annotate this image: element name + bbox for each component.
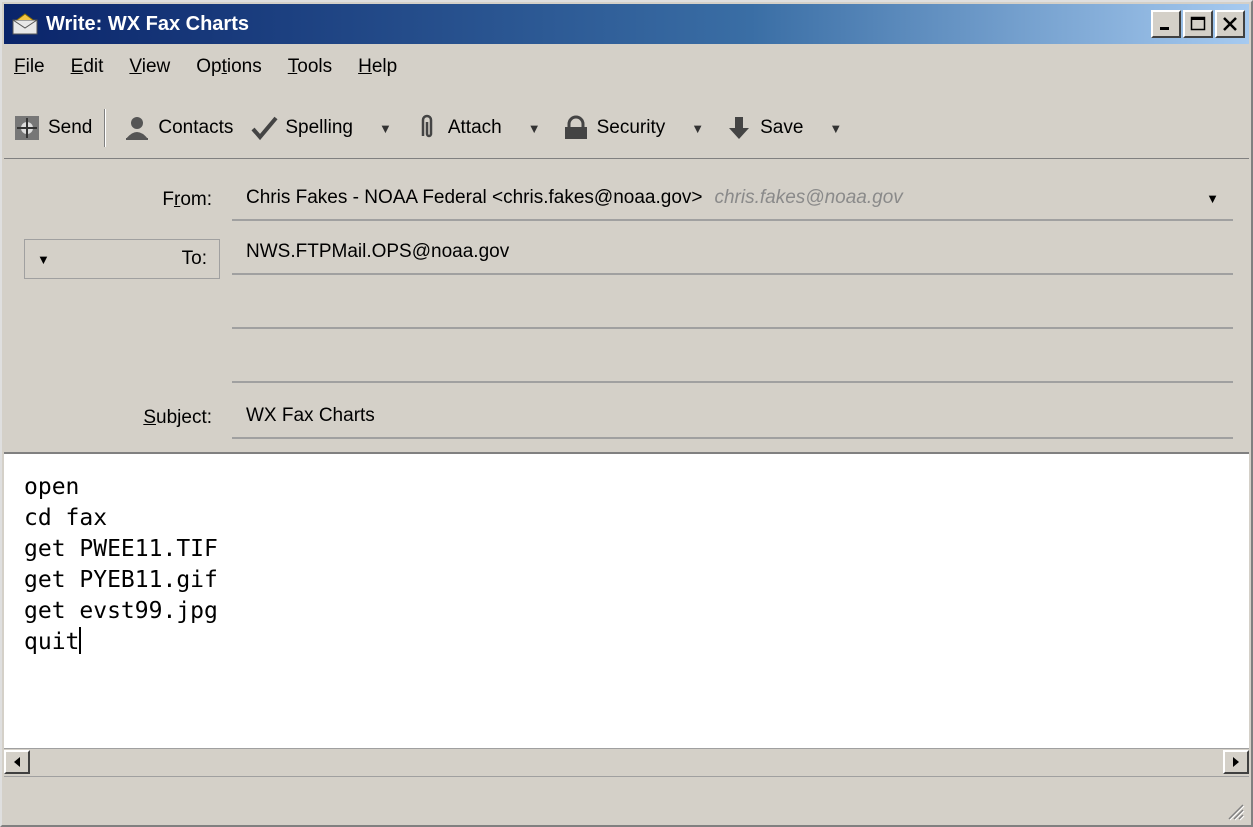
from-value: Chris Fakes - NOAA Federal <chris.fakes@… bbox=[246, 187, 703, 208]
minimize-button[interactable] bbox=[1151, 10, 1181, 38]
attach-label: Attach bbox=[447, 117, 502, 138]
attach-dropdown-arrow[interactable]: ▼ bbox=[528, 121, 541, 136]
attach-button[interactable]: Attach bbox=[404, 106, 510, 150]
toolbar-separator bbox=[104, 109, 107, 147]
scroll-left-button[interactable] bbox=[4, 750, 30, 774]
window-title: Write: WX Fax Charts bbox=[46, 12, 249, 35]
to-value: NWS.FTPMail.OPS@noaa.gov bbox=[246, 241, 510, 262]
minimize-icon bbox=[1160, 27, 1169, 30]
from-select[interactable]: Chris Fakes - NOAA Federal <chris.fakes@… bbox=[232, 177, 1233, 221]
paperclip-icon bbox=[412, 113, 442, 143]
recipient-field-2[interactable] bbox=[232, 285, 1233, 329]
to-field[interactable]: NWS.FTPMail.OPS@noaa.gov bbox=[232, 231, 1233, 275]
maximize-button[interactable] bbox=[1183, 10, 1213, 38]
body-line: open bbox=[24, 474, 80, 500]
from-dropdown-arrow[interactable]: ▼ bbox=[1206, 191, 1219, 206]
security-dropdown-arrow[interactable]: ▼ bbox=[691, 121, 704, 136]
chevron-down-icon: ▼ bbox=[37, 251, 50, 267]
menu-options[interactable]: Options bbox=[183, 56, 275, 78]
compose-window: Write: WX Fax Charts File Edit View Opti… bbox=[0, 0, 1253, 827]
maximize-icon bbox=[1190, 16, 1206, 31]
toolbar: Send Contacts Spelling ▼ Attach ▼ Securi… bbox=[4, 102, 1249, 154]
recipient-type-select[interactable]: ▼ To: bbox=[24, 239, 220, 279]
scroll-right-button[interactable] bbox=[1223, 750, 1249, 774]
send-button[interactable]: Send bbox=[4, 106, 100, 150]
body-line: get PYEB11.gif bbox=[24, 567, 218, 593]
subject-label: Subject: bbox=[143, 407, 212, 428]
down-arrow-icon bbox=[724, 113, 754, 143]
window-controls bbox=[1151, 10, 1245, 38]
from-identity: chris.fakes@noaa.gov bbox=[714, 187, 903, 208]
spelling-label: Spelling bbox=[285, 117, 353, 138]
status-bar bbox=[4, 776, 1249, 825]
close-icon bbox=[1223, 17, 1237, 31]
title-bar[interactable]: Write: WX Fax Charts bbox=[4, 4, 1249, 44]
address-header: From: Chris Fakes - NOAA Federal <chris.… bbox=[4, 158, 1249, 450]
menu-file[interactable]: File bbox=[4, 56, 58, 78]
menu-tools[interactable]: Tools bbox=[275, 56, 345, 78]
subject-value: WX Fax Charts bbox=[246, 405, 375, 426]
body-line: get PWEE11.TIF bbox=[24, 536, 218, 562]
body-line-last: quit bbox=[24, 627, 82, 655]
from-label: From: bbox=[162, 189, 212, 210]
horizontal-scrollbar[interactable] bbox=[4, 748, 1249, 774]
body-line: get evst99.jpg bbox=[24, 598, 218, 624]
send-icon bbox=[12, 113, 42, 143]
recipient-field-3[interactable] bbox=[232, 339, 1233, 383]
message-body[interactable]: open cd fax get PWEE11.TIF get PYEB11.gi… bbox=[4, 452, 1249, 748]
save-button[interactable]: Save bbox=[716, 106, 811, 150]
resize-grip-icon[interactable] bbox=[1223, 799, 1245, 821]
subject-field[interactable]: WX Fax Charts bbox=[232, 395, 1233, 439]
checkmark-icon bbox=[249, 113, 279, 143]
body-line: cd fax bbox=[24, 505, 108, 531]
to-label: To: bbox=[181, 248, 207, 269]
compose-app-icon bbox=[10, 11, 40, 37]
contacts-icon bbox=[122, 113, 152, 143]
contacts-button[interactable]: Contacts bbox=[114, 106, 241, 150]
menu-view[interactable]: View bbox=[116, 56, 183, 78]
save-label: Save bbox=[760, 117, 804, 138]
close-button[interactable] bbox=[1215, 10, 1245, 38]
spelling-button[interactable]: Spelling bbox=[241, 106, 361, 150]
arrow-left-icon bbox=[14, 757, 20, 767]
lock-icon bbox=[561, 113, 591, 143]
spelling-dropdown-arrow[interactable]: ▼ bbox=[379, 121, 392, 136]
menu-bar: File Edit View Options Tools Help bbox=[4, 48, 1249, 86]
security-button[interactable]: Security bbox=[553, 106, 674, 150]
contacts-label: Contacts bbox=[158, 117, 234, 138]
arrow-right-icon bbox=[1233, 757, 1239, 767]
menu-help[interactable]: Help bbox=[345, 56, 410, 78]
save-dropdown-arrow[interactable]: ▼ bbox=[829, 121, 842, 136]
send-label: Send bbox=[48, 117, 93, 138]
security-label: Security bbox=[596, 117, 666, 138]
menu-edit[interactable]: Edit bbox=[58, 56, 117, 78]
text-caret bbox=[79, 627, 82, 654]
